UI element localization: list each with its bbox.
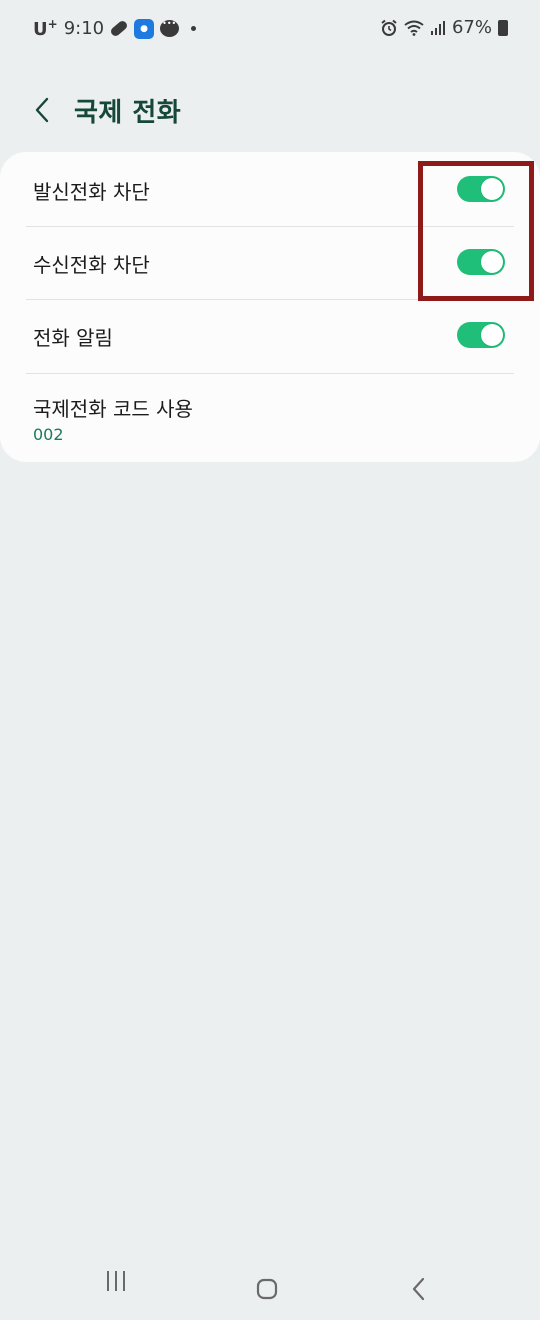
carrier-label: U+ bbox=[33, 17, 58, 40]
incoming-call-block-toggle[interactable] bbox=[457, 249, 505, 275]
back-icon bbox=[412, 1277, 425, 1301]
back-button[interactable] bbox=[24, 88, 60, 132]
chat-icon bbox=[160, 19, 180, 37]
battery-percent: 67% bbox=[451, 17, 492, 38]
toggle-knob bbox=[481, 324, 503, 346]
chevron-left-icon bbox=[35, 97, 49, 123]
app-header: 국제 전화 bbox=[0, 80, 540, 142]
home-button[interactable] bbox=[237, 1266, 297, 1312]
status-time: 9:10 bbox=[63, 18, 105, 39]
navigation-bar bbox=[0, 1250, 540, 1320]
recent-apps-button[interactable] bbox=[86, 1258, 146, 1304]
page-title: 국제 전화 bbox=[74, 98, 182, 128]
incoming-call-block-label: 수신전화 차단 bbox=[33, 253, 150, 277]
international-code-label: 국제전화 코드 사용 bbox=[33, 397, 193, 421]
pill-icon bbox=[109, 19, 129, 38]
outgoing-call-block-label: 발신전화 차단 bbox=[33, 180, 150, 204]
app-notification-icon: ● bbox=[134, 18, 155, 39]
international-code-value: 002 bbox=[33, 425, 64, 444]
battery-icon bbox=[498, 19, 508, 36]
international-code-row[interactable]: 국제전화 코드 사용 002 bbox=[0, 373, 540, 462]
toggle-knob bbox=[481, 178, 503, 200]
status-right: 67% bbox=[380, 17, 508, 38]
home-icon bbox=[256, 1278, 278, 1300]
call-notification-label: 전화 알림 bbox=[33, 326, 113, 350]
incoming-call-block-row[interactable]: 수신전화 차단 bbox=[0, 226, 540, 299]
call-notification-row[interactable]: 전화 알림 bbox=[0, 299, 540, 373]
status-left: U+ 9:10 ● bbox=[33, 17, 197, 40]
alarm-icon bbox=[380, 19, 398, 37]
settings-card: 발신전화 차단 수신전화 차단 전화 알림 국제전화 코드 사용 002 bbox=[0, 152, 540, 462]
call-notification-toggle[interactable] bbox=[457, 322, 505, 348]
status-bar: U+ 9:10 ● 67% bbox=[0, 0, 540, 60]
toggle-knob bbox=[481, 251, 503, 273]
nav-back-button[interactable] bbox=[389, 1266, 449, 1312]
recent-apps-icon bbox=[107, 1271, 125, 1291]
outgoing-call-block-row[interactable]: 발신전화 차단 bbox=[0, 152, 540, 226]
outgoing-call-block-toggle[interactable] bbox=[457, 176, 505, 202]
signal-icon bbox=[430, 20, 446, 36]
dot-icon bbox=[185, 26, 197, 31]
wifi-icon bbox=[404, 20, 424, 36]
